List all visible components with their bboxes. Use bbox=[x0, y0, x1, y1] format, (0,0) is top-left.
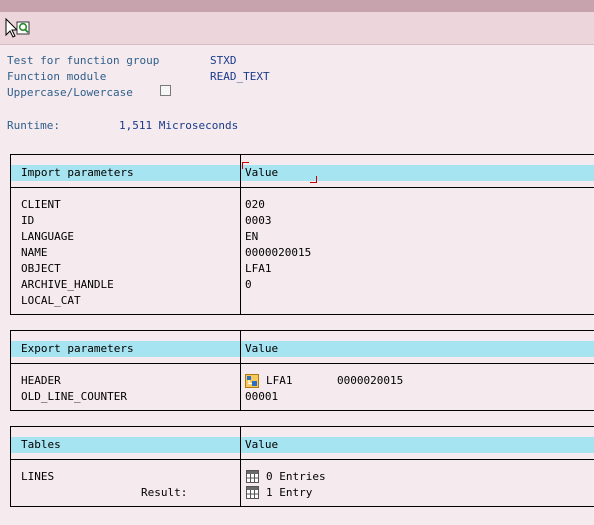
function-module-label: Function module bbox=[7, 70, 107, 83]
table-entries-after: 1 Entry bbox=[266, 486, 313, 499]
param-value-archive-handle[interactable]: 0 bbox=[245, 277, 252, 293]
import-parameters-title: Import parameters bbox=[21, 166, 134, 179]
export-value-old-line-counter: 00001 bbox=[245, 390, 279, 403]
export-name-header: HEADER bbox=[21, 374, 61, 387]
param-value-object[interactable]: LFA1 bbox=[245, 261, 272, 277]
param-value-name[interactable]: 0000020015 bbox=[245, 245, 311, 261]
function-module-value: READ_TEXT bbox=[210, 70, 270, 83]
param-name-name: NAME bbox=[21, 246, 48, 259]
export-header-name: 0000020015 bbox=[337, 374, 404, 387]
header-divider bbox=[11, 459, 594, 460]
tables-value-header: Value bbox=[245, 438, 279, 451]
runtime-value: 1,511 Microseconds bbox=[119, 119, 239, 132]
param-name-id: ID bbox=[21, 214, 35, 227]
param-name-client: CLIENT bbox=[21, 198, 61, 211]
param-value-id[interactable]: 0003 bbox=[245, 213, 272, 229]
function-group-value: STXD bbox=[210, 54, 237, 67]
focus-corner-br bbox=[310, 176, 317, 183]
import-value-header[interactable]: Value bbox=[245, 165, 278, 181]
execute-debug-icon[interactable] bbox=[3, 17, 31, 39]
export-name-old-line-counter: OLD_LINE_COUNTER bbox=[21, 390, 127, 403]
table-entries-icon[interactable] bbox=[246, 470, 259, 483]
export-header-structure[interactable]: LFA1 bbox=[266, 373, 293, 389]
table-entries-before: 0 Entries bbox=[266, 470, 326, 483]
tables-section: Tables Value LINES Result: 0 Entries 1 E… bbox=[10, 426, 594, 507]
export-parameters-section: Export parameters Value HEADER LFA1 0000… bbox=[10, 330, 594, 411]
tables-header-bar bbox=[11, 437, 594, 453]
structure-icon[interactable] bbox=[245, 374, 259, 388]
import-parameters-section: Import parameters Value CLIENT 020 ID 00… bbox=[10, 154, 594, 315]
title-bar-strip bbox=[0, 0, 594, 12]
function-group-label: Test for function group bbox=[7, 54, 160, 67]
runtime-label: Runtime: bbox=[7, 119, 60, 132]
result-label: Result: bbox=[141, 486, 188, 499]
column-divider bbox=[240, 427, 241, 506]
focus-corner-tl bbox=[242, 162, 249, 169]
header-divider bbox=[11, 363, 594, 364]
export-value-header: Value bbox=[245, 342, 279, 355]
param-name-archive-handle: ARCHIVE_HANDLE bbox=[21, 278, 114, 291]
case-label: Uppercase/Lowercase bbox=[7, 86, 133, 99]
param-value-language[interactable]: EN bbox=[245, 229, 258, 245]
table-name-lines: LINES bbox=[21, 470, 55, 483]
param-name-local-cat: LOCAL_CAT bbox=[21, 294, 81, 307]
param-name-language: LANGUAGE bbox=[21, 230, 74, 243]
column-divider bbox=[240, 331, 241, 410]
table-entries-icon[interactable] bbox=[246, 486, 259, 499]
header-divider bbox=[11, 187, 594, 188]
uppercase-lowercase-checkbox[interactable] bbox=[160, 85, 171, 96]
application-toolbar bbox=[0, 12, 594, 45]
column-divider bbox=[240, 155, 241, 314]
tables-title: Tables bbox=[21, 438, 61, 451]
param-value-client[interactable]: 020 bbox=[245, 197, 265, 213]
export-parameters-title: Export parameters bbox=[21, 342, 134, 355]
param-name-object: OBJECT bbox=[21, 262, 61, 275]
